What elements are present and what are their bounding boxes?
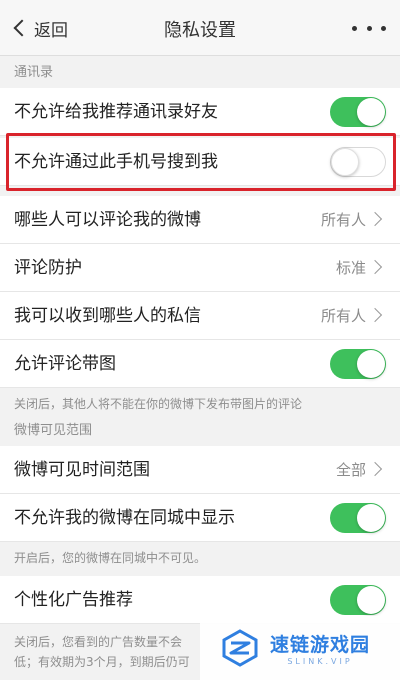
row-no-recommend-contacts[interactable]: 不允许给我推荐通讯录好友: [0, 88, 400, 136]
row-label: 不允许给我推荐通讯录好友: [14, 102, 218, 122]
chevron-right-icon: [367, 211, 383, 227]
row-label: 我可以收到哪些人的私信: [14, 306, 201, 326]
chevron-right-icon: [367, 259, 383, 275]
toggle-switch[interactable]: [330, 147, 386, 177]
more-dot: [366, 25, 372, 31]
watermark-logo-icon: [222, 629, 258, 667]
row-comment-protection[interactable]: 评论防护 标准: [0, 244, 400, 292]
toggle-switch[interactable]: [330, 585, 386, 615]
row-hide-in-local[interactable]: 不允许我的微博在同城中显示: [0, 494, 400, 542]
privacy-settings-screen: 返回 隐私设置 通讯录 不允许给我推荐通讯录好友 不允许通过此手机号搜到我 哪些…: [0, 0, 400, 680]
toggle-switch[interactable]: [330, 349, 386, 379]
row-value: 所有人: [320, 307, 366, 325]
toggle-switch[interactable]: [330, 97, 386, 127]
row-label: 不允许我的微博在同城中显示: [14, 508, 235, 528]
chevron-right-icon: [367, 461, 383, 477]
watermark: 速链游戏园 SLINK.VIP: [200, 616, 400, 680]
row-value: 标准: [335, 259, 366, 277]
row-value: 所有人: [320, 211, 366, 229]
row-who-can-comment[interactable]: 哪些人可以评论我的微博 所有人: [0, 196, 400, 244]
section-header-contacts: 通讯录: [14, 65, 54, 80]
page-title: 隐私设置: [164, 20, 236, 41]
toggle-knob: [357, 350, 385, 378]
row-label: 哪些人可以评论我的微博: [14, 210, 201, 230]
watermark-subtitle: SLINK.VIP: [287, 657, 353, 666]
row-label: 不允许通过此手机号搜到我: [14, 152, 218, 172]
row-who-can-message[interactable]: 我可以收到哪些人的私信 所有人: [0, 292, 400, 340]
more-icon[interactable]: [352, 16, 386, 40]
toggle-knob: [357, 504, 385, 532]
row-label: 微博可见时间范围: [14, 460, 150, 480]
watermark-title: 速链游戏园: [270, 634, 371, 656]
row-visible-time-range[interactable]: 微博可见时间范围 全部: [0, 446, 400, 494]
row-label: 评论防护: [14, 258, 82, 278]
section-header-visibility: 微博可见范围: [14, 423, 93, 438]
toggle-knob: [357, 586, 385, 614]
nav-bar: 返回 隐私设置: [0, 0, 400, 56]
row-label: 个性化广告推荐: [14, 590, 133, 610]
row-value: 全部: [335, 461, 366, 479]
toggle-knob: [357, 98, 385, 126]
toggle-knob: [331, 148, 359, 176]
more-dot: [352, 25, 357, 31]
row-no-search-by-phone[interactable]: 不允许通过此手机号搜到我: [0, 138, 400, 186]
note-local: 开启后，您的微博在同城中不可见。: [14, 551, 207, 565]
chevron-right-icon: [367, 307, 383, 323]
toggle-switch[interactable]: [330, 503, 386, 533]
more-dot: [381, 25, 386, 31]
row-allow-comment-images[interactable]: 允许评论带图: [0, 340, 400, 388]
row-label: 允许评论带图: [14, 354, 116, 374]
